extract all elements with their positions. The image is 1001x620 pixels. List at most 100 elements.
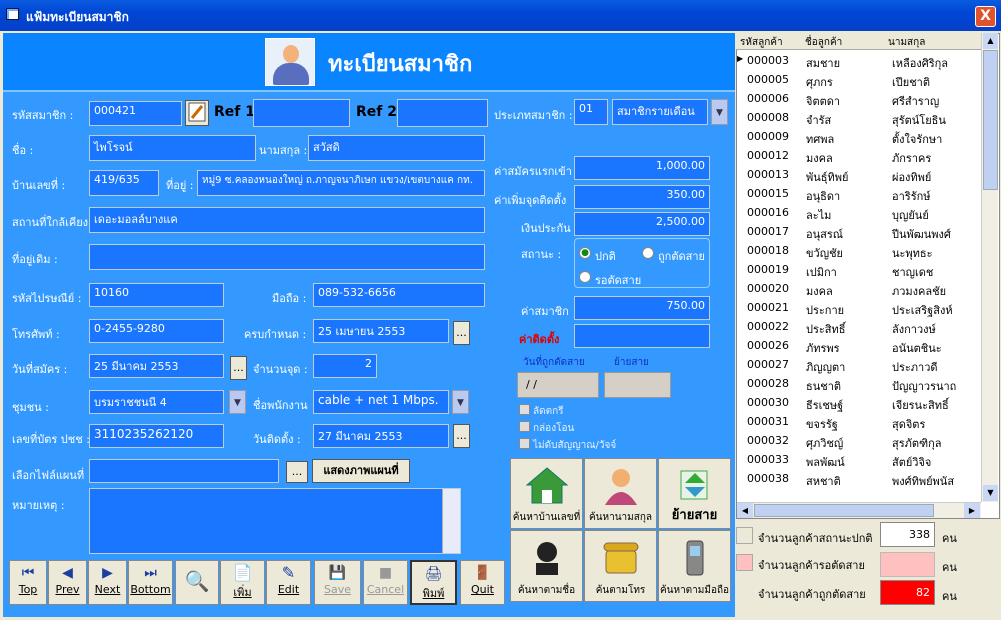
notes-scrollbar[interactable] bbox=[442, 489, 460, 553]
table-row[interactable]: 000003 สมชาย เหลืองศิริกุล ▶ bbox=[736, 51, 983, 70]
table-row[interactable]: 000031 ขจรรัฐ สุดจิตร bbox=[736, 412, 983, 431]
pending-count-field bbox=[880, 552, 935, 577]
ref1-field[interactable] bbox=[253, 99, 350, 127]
table-row[interactable]: 000009 ทศพล ตั้งใจรักษา bbox=[736, 127, 983, 146]
list-vertical-scrollbar[interactable]: ▲ ▼ bbox=[981, 33, 998, 502]
id-card-field[interactable]: 3110235262120 bbox=[89, 424, 224, 448]
table-row[interactable]: 000038 สหชาติ พงศ์ทิพย์พนัส bbox=[736, 469, 983, 488]
table-row[interactable]: 000016 ละไม บุญยันย์ bbox=[736, 203, 983, 222]
table-row[interactable]: 000022 ประสิทธิ์ ลังกาวงษ์ bbox=[736, 317, 983, 336]
moved-field[interactable] bbox=[604, 372, 671, 398]
ref2-field[interactable] bbox=[397, 99, 488, 127]
map-browse-button[interactable]: ... bbox=[286, 461, 308, 483]
col-customer-name[interactable]: ชื่อลูกค้า bbox=[805, 35, 842, 50]
quit-button[interactable]: 🚪 Quit bbox=[460, 560, 505, 605]
search-surname-button[interactable]: ค้นหานามสกุล bbox=[584, 458, 657, 529]
table-row[interactable]: 000026 ภัทรพร อนันตชินะ bbox=[736, 336, 983, 355]
postcode-field[interactable]: 10160 bbox=[89, 283, 224, 307]
search-phone-button[interactable]: ค้นตามโทร bbox=[584, 530, 657, 602]
table-row[interactable]: 000030 ธีรเชษฐ์ เจียรนะสิทธิ์ bbox=[736, 393, 983, 412]
col-customer-surname[interactable]: นามสกุล bbox=[888, 35, 925, 50]
table-row[interactable]: 000015 อนุธิดา อาริรักษ์ bbox=[736, 184, 983, 203]
person-icon bbox=[604, 469, 637, 505]
search-mobile-button[interactable]: ค้นหาตามมือถือ bbox=[658, 530, 731, 602]
table-row[interactable]: 000012 มงคล ภักราคร bbox=[736, 146, 983, 165]
fee-apply-field[interactable]: 1,000.00 bbox=[574, 156, 710, 180]
move-line-button[interactable]: ย้ายสาย bbox=[658, 458, 731, 529]
search-house-button[interactable]: ค้นหาบ้านเลขที่ bbox=[510, 458, 583, 529]
row-code: 000032 bbox=[747, 434, 789, 447]
table-row[interactable]: 000006 จิตตดา ศรีสำราญ bbox=[736, 89, 983, 108]
notes-field[interactable] bbox=[89, 488, 461, 554]
house-no-field[interactable]: 419/635 bbox=[89, 170, 159, 196]
employee-dropdown-icon[interactable]: ▼ bbox=[452, 390, 469, 414]
print-button[interactable]: 🖨 พิมพ์ bbox=[410, 560, 457, 605]
table-row[interactable]: 000008 จำรัส สุรัตน์โยธิน bbox=[736, 108, 983, 127]
preview-button[interactable]: 🔍 bbox=[175, 560, 219, 605]
edit-pencil-button[interactable] bbox=[185, 100, 209, 126]
fee-member-field[interactable]: 750.00 bbox=[574, 296, 710, 320]
edit-button[interactable]: ✎ Edit bbox=[266, 560, 311, 605]
col-customer-code[interactable]: รหัสลูกค้า bbox=[740, 35, 783, 50]
apply-date-field[interactable]: 25 มีนาคม 2553 bbox=[89, 354, 224, 378]
points-field[interactable]: 2 bbox=[313, 354, 377, 378]
address-field[interactable]: หมู่9 ซ.คลองหนองใหญ่ ถ.ภาญจนาภิเษก แขวง/… bbox=[197, 170, 485, 196]
table-row[interactable]: 000028 ธนชาติ ปัญญาวรนาถ bbox=[736, 374, 983, 393]
list-horizontal-scrollbar[interactable]: ◀ ▶ bbox=[737, 502, 981, 518]
save-button[interactable]: 💾 Save bbox=[314, 560, 361, 605]
search-name-button[interactable]: ค้นหาตามชื่อ bbox=[510, 530, 583, 602]
next-button[interactable]: ▶ Next bbox=[88, 560, 127, 605]
row-code: 000005 bbox=[747, 73, 789, 86]
table-row[interactable]: 000032 ศุภวิชญ์ สุรภัตฑิกุล bbox=[736, 431, 983, 450]
name-label: ชื่อ : bbox=[12, 144, 34, 157]
cut-date-field[interactable]: / / bbox=[517, 372, 599, 398]
pending-legend-swatch bbox=[736, 554, 753, 571]
community-dropdown-icon[interactable]: ▼ bbox=[229, 390, 246, 414]
phone-field[interactable]: 0-2455-9280 bbox=[89, 319, 224, 343]
table-row[interactable]: 000033 พลพัฒน์ สัตย์วิจิจ bbox=[736, 450, 983, 469]
community-select[interactable]: บรมราชชนนี 4 bbox=[89, 390, 224, 414]
employee-select[interactable]: cable + net 1 Mbps. bbox=[313, 390, 449, 414]
table-row[interactable]: 000013 พันธุ์ทิพย์ ผ่องทิพย์ bbox=[736, 165, 983, 184]
top-button[interactable]: ⏮ Top bbox=[9, 560, 47, 605]
pending-count-unit: คน bbox=[942, 561, 957, 574]
due-picker-button[interactable]: ... bbox=[453, 321, 470, 345]
name-field[interactable]: ไพโรจน์ bbox=[89, 135, 256, 161]
add-button[interactable]: 📄 เพิ่ม bbox=[220, 560, 265, 605]
install-date-picker-button[interactable]: ... bbox=[453, 424, 470, 448]
employee-label: ชื่อพนักงาน bbox=[253, 399, 308, 412]
prev-button[interactable]: ◀ Prev bbox=[48, 560, 87, 605]
close-button[interactable]: X bbox=[975, 6, 996, 27]
member-type-select[interactable]: สมาชิกรายเดือน bbox=[612, 99, 708, 125]
map-file-field[interactable] bbox=[89, 459, 279, 483]
install-date-field[interactable]: 27 มีนาคม 2553 bbox=[313, 424, 449, 448]
member-type-code-field[interactable]: 01 bbox=[574, 99, 608, 125]
table-row[interactable]: 000021 ประกาย ประเสริฐสิงห์ bbox=[736, 298, 983, 317]
table-row[interactable]: 000027 ภิญญตา ประภาวดี bbox=[736, 355, 983, 374]
apply-date-picker-button[interactable]: ... bbox=[230, 356, 247, 380]
deposit-field[interactable]: 2,500.00 bbox=[574, 212, 710, 236]
row-name: สหชาติ bbox=[806, 475, 841, 488]
mobile-label: มือถือ : bbox=[272, 292, 307, 305]
bottom-button[interactable]: ⏭ Bottom bbox=[128, 560, 173, 605]
old-address-field[interactable] bbox=[89, 244, 485, 270]
member-code-field[interactable]: 000421 bbox=[89, 101, 182, 126]
nearby-field[interactable]: เดอะมอลล์บางแค bbox=[89, 207, 485, 233]
table-row[interactable]: 000020 มงคล ภวมงคลชัย bbox=[736, 279, 983, 298]
fee-extra-field[interactable]: 350.00 bbox=[574, 185, 710, 209]
mobile-field[interactable]: 089-532-6656 bbox=[313, 283, 485, 307]
due-field[interactable]: 25 เมษายน 2553 bbox=[313, 319, 449, 343]
row-code: 000020 bbox=[747, 282, 789, 295]
row-code: 000026 bbox=[747, 339, 789, 352]
surname-field[interactable]: สวัสดิ bbox=[308, 135, 485, 161]
table-row[interactable]: 000005 ศุภกร เปียชาติ bbox=[736, 70, 983, 89]
table-row[interactable]: 000019 เปมิกา ชาญเดช bbox=[736, 260, 983, 279]
table-row[interactable]: 000018 ขวัญชัย นะพุทธะ bbox=[736, 241, 983, 260]
member-type-dropdown-icon[interactable]: ▼ bbox=[711, 99, 728, 125]
row-code: 000022 bbox=[747, 320, 789, 333]
fee-install-field[interactable] bbox=[574, 324, 710, 348]
row-code: 000012 bbox=[747, 149, 789, 162]
table-row[interactable]: 000017 อนุสรณ์ ปีนพัฒนพงศ์ bbox=[736, 222, 983, 241]
cancel-button[interactable]: ■ Cancel bbox=[363, 560, 408, 605]
show-map-button[interactable]: แสดงภาพแผนที่ bbox=[312, 459, 410, 483]
